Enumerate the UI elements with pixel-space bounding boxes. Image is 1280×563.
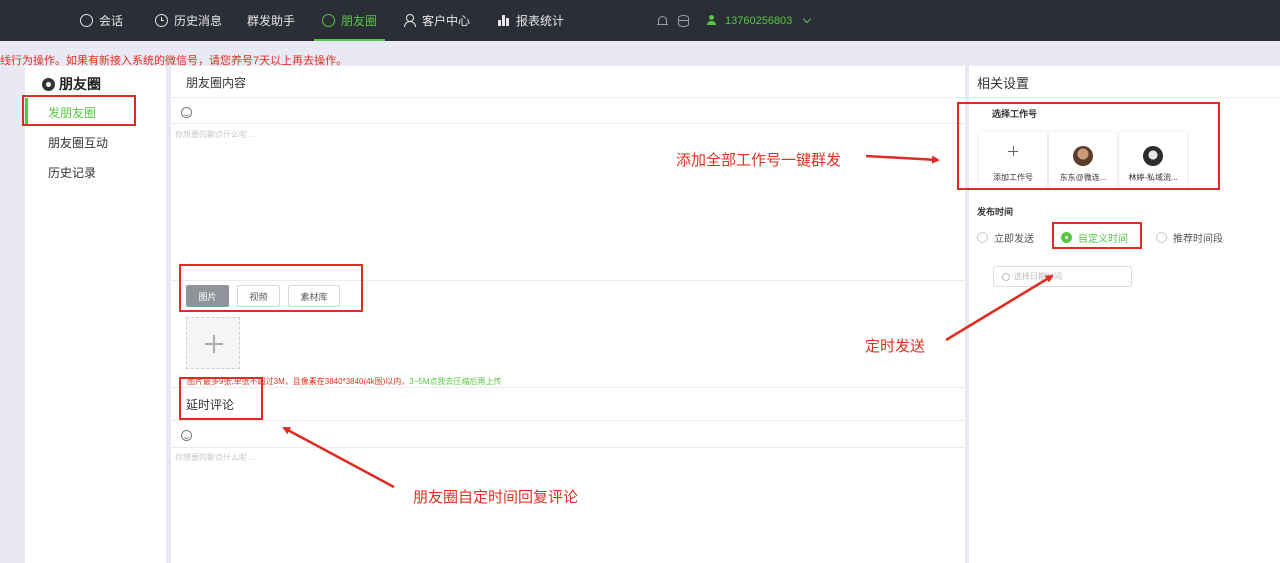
radio-label: 推荐时间段 (1173, 234, 1223, 245)
comment-textarea[interactable]: 你想要的聊点什么呢 ... (175, 452, 256, 463)
annotation-delayed-comment: 朋友圈自定时间回复评论 (413, 489, 579, 506)
content-title: 朋友圈内容 (186, 76, 247, 90)
nav-label: 报表统计 (516, 14, 565, 28)
clock-icon (1002, 272, 1010, 281)
publish-time-label: 发布时间 (977, 207, 1014, 217)
sidebar: 朋友圈 发朋友圈 朋友圈互动 历史记录 (25, 66, 166, 563)
sidebar-title-text: 朋友圈 (59, 76, 101, 92)
highlight-box (179, 264, 363, 312)
nav-item-chat[interactable]: 会话 (80, 0, 123, 41)
highlight-box (22, 95, 136, 126)
nav-item-history[interactable]: 历史消息 (155, 0, 222, 41)
nav-label: 历史消息 (174, 14, 223, 28)
chevron-down-icon (803, 14, 812, 23)
datetime-placeholder: 选择日期时间 (1014, 272, 1062, 281)
person-icon (403, 14, 416, 27)
moments-icon (42, 77, 55, 91)
sidebar-title: 朋友圈 (42, 74, 101, 94)
image-upload-button[interactable] (186, 317, 240, 369)
divider (171, 123, 965, 124)
divider (969, 97, 1280, 98)
nav-label: 群发助手 (247, 14, 296, 28)
database-button[interactable] (678, 0, 689, 41)
nav-item-moments[interactable]: 朋友圈 (313, 0, 386, 41)
top-nav-bar: 会话 历史消息 群发助手 朋友圈 客户中心 报表统计 13760256803 (0, 0, 1280, 41)
compress-link[interactable]: 3~5M点我去压缩后再上传 (409, 377, 501, 386)
sidebar-item-interactions[interactable]: 朋友圈互动 (25, 128, 166, 156)
nav-item-customers[interactable]: 客户中心 (403, 0, 470, 41)
clock-icon (155, 14, 168, 27)
annotation-add-all: 添加全部工作号一键群发 (676, 152, 842, 169)
sidebar-item-history[interactable]: 历史记录 (25, 158, 166, 186)
radio-label: 立即发送 (994, 234, 1034, 245)
radio-send-now[interactable]: 立即发送 (977, 230, 1034, 245)
account-menu[interactable]: 13760256803 (706, 0, 812, 41)
notifications-button[interactable] (657, 0, 668, 41)
divider (171, 387, 965, 388)
emoji-icon[interactable] (181, 107, 192, 118)
nav-label: 客户中心 (422, 14, 471, 28)
highlight-box (179, 377, 263, 420)
phone-number: 13760256803 (725, 14, 793, 27)
emoji-icon[interactable] (181, 430, 192, 441)
divider (171, 420, 965, 421)
chat-icon (80, 14, 93, 27)
annotation-scheduled: 定时发送 (865, 338, 926, 355)
database-icon (678, 14, 689, 27)
highlight-box (957, 102, 1220, 190)
sidebar-item-label: 朋友圈互动 (48, 135, 109, 150)
nav-label: 会话 (99, 14, 124, 28)
radio-icon (977, 232, 988, 243)
settings-title: 相关设置 (977, 76, 1030, 91)
highlight-box (1052, 222, 1142, 249)
divider (171, 447, 965, 448)
radio-recommended-time[interactable]: 推荐时间段 (1156, 230, 1223, 245)
user-icon (706, 14, 719, 27)
bell-icon (657, 15, 668, 27)
moments-icon (322, 14, 335, 27)
datetime-picker[interactable]: 选择日期时间 (993, 266, 1132, 287)
nav-item-broadcast[interactable]: 群发助手 (247, 0, 295, 41)
nav-item-reports[interactable]: 报表统计 (498, 0, 564, 41)
divider (171, 97, 965, 98)
nav-label: 朋友圈 (341, 14, 378, 28)
content-textarea[interactable]: 你想要的聊点什么呢 ... (175, 129, 256, 140)
sidebar-item-label: 历史记录 (48, 165, 97, 180)
radio-icon (1156, 232, 1167, 243)
bar-chart-icon (498, 15, 510, 26)
